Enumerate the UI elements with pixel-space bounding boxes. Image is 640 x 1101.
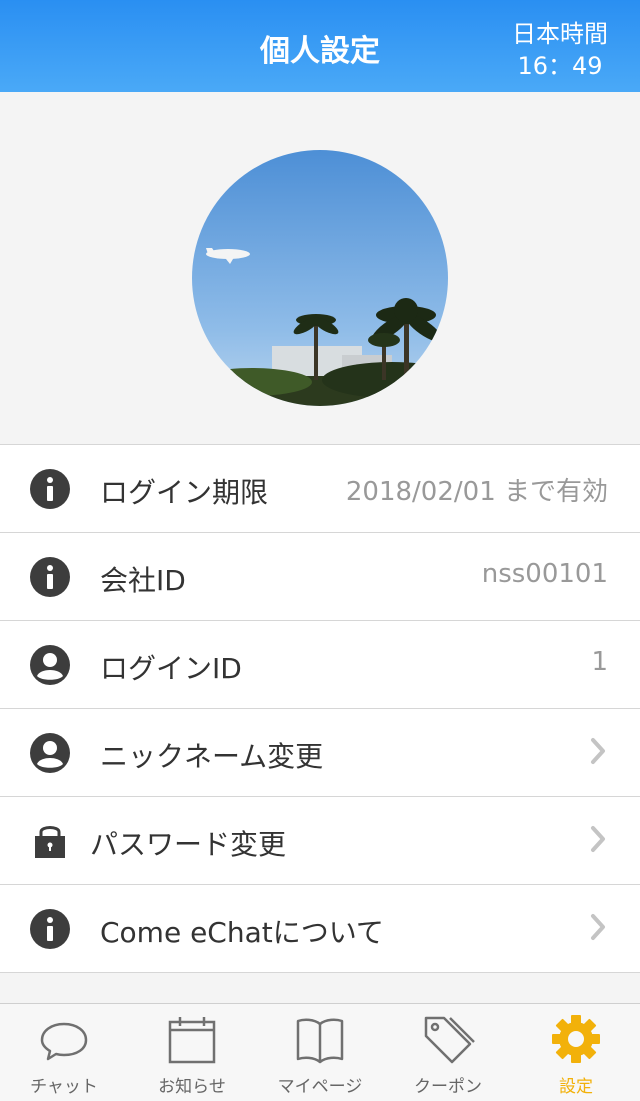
password-change-row[interactable]: パスワード変更 <box>0 797 640 885</box>
info-icon <box>30 557 70 597</box>
login-id-label: ログインID <box>100 652 242 685</box>
login-id-value: 1 <box>591 647 608 677</box>
chevron-right-icon <box>591 826 605 852</box>
info-icon <box>30 909 70 949</box>
info-icon <box>30 469 70 509</box>
company-id-value: nss00101 <box>481 559 608 589</box>
tab-mypage[interactable]: マイページ <box>256 1004 384 1101</box>
login-id-row: ログインID 1 <box>0 621 640 709</box>
tab-coupon[interactable]: クーポン <box>384 1004 512 1101</box>
chevron-right-icon <box>591 914 605 940</box>
user-icon <box>30 733 70 773</box>
speech-bubble-icon <box>40 1022 88 1061</box>
tab-notices[interactable]: お知らせ <box>128 1004 256 1101</box>
company-id-row: 会社ID nss00101 <box>0 533 640 621</box>
japan-time-clock: 日本時間 16：49 <box>512 18 608 82</box>
about-label: Come eChatについて <box>100 916 384 949</box>
nickname-change-row[interactable]: ニックネーム変更 <box>0 709 640 797</box>
gear-icon <box>552 1015 600 1063</box>
tab-chat[interactable]: チャット <box>0 1004 128 1101</box>
tab-settings-label: 設定 <box>559 1077 593 1097</box>
about-row[interactable]: Come eChatについて <box>0 885 640 973</box>
company-id-label: 会社ID <box>100 564 186 597</box>
user-icon <box>30 645 70 685</box>
login-expiry-label: ログイン期限 <box>100 476 269 509</box>
nickname-change-label: ニックネーム変更 <box>100 740 324 773</box>
password-change-label: パスワード変更 <box>90 828 287 861</box>
tag-icon <box>424 1016 475 1064</box>
book-icon <box>296 1018 344 1064</box>
lock-icon <box>35 826 65 858</box>
avatar[interactable] <box>192 150 448 406</box>
clock-label: 日本時間 <box>512 20 608 48</box>
tab-bar: チャット お知らせ マイページ クーポン 設定 <box>0 1003 640 1101</box>
chevron-right-icon <box>591 738 605 764</box>
profile-header <box>0 92 640 444</box>
login-expiry-row: ログイン期限 2018/02/01 まで有効 <box>0 445 640 533</box>
clock-time: 16：49 <box>517 52 603 80</box>
tab-notices-label: お知らせ <box>158 1077 226 1097</box>
tab-chat-label: チャット <box>30 1077 98 1097</box>
tab-mypage-label: マイページ <box>277 1077 363 1097</box>
settings-list: ログイン期限 2018/02/01 まで有効 会社ID nss00101 ログイ… <box>0 444 640 973</box>
header-bar: 個人設定 日本時間 16：49 <box>0 0 640 92</box>
tab-settings[interactable]: 設定 <box>512 1004 640 1101</box>
tab-coupon-label: クーポン <box>414 1077 482 1097</box>
login-expiry-value: 2018/02/01 まで有効 <box>345 477 608 507</box>
calendar-icon <box>168 1017 216 1064</box>
